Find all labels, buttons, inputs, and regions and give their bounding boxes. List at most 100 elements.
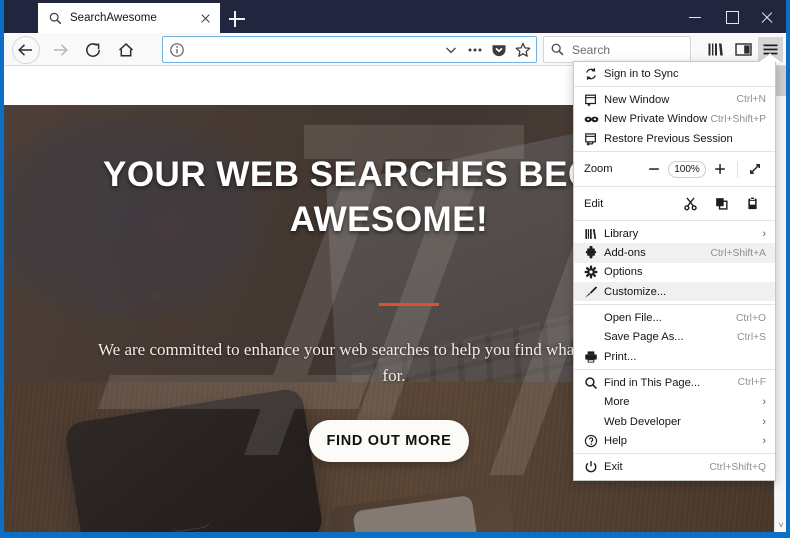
zoom-out-button[interactable] [641, 158, 667, 180]
accent-divider [379, 303, 439, 306]
menu-item-open-file[interactable]: Open File... Ctrl+O [574, 308, 775, 327]
home-button[interactable] [113, 37, 139, 63]
menu-separator [574, 220, 775, 222]
menu-item-label: New Window [604, 93, 670, 106]
chevron-right-icon: › [762, 396, 766, 409]
menu-item-label: New Private Window [604, 113, 708, 126]
sidebar-toggle-icon[interactable] [731, 37, 756, 62]
minimize-button[interactable] [680, 6, 710, 28]
find-out-more-button[interactable]: FIND OUT MORE [309, 420, 469, 462]
new-window-icon [584, 92, 604, 108]
menu-panel-arrow [759, 54, 781, 62]
search-icon [584, 375, 604, 391]
library-icon[interactable] [703, 37, 728, 62]
menu-item-shortcut: Ctrl+N [736, 94, 766, 106]
scrollbar-thumb[interactable] [776, 66, 786, 96]
menu-item-shortcut: Ctrl+Shift+P [710, 113, 766, 125]
menu-item-save-page-as[interactable]: Save Page As... Ctrl+S [574, 328, 775, 347]
close-button[interactable] [752, 6, 782, 28]
menu-separator [574, 86, 775, 88]
menu-item-help[interactable]: Help › [574, 431, 775, 450]
cut-scissors-icon[interactable] [675, 193, 706, 215]
zoom-label: Zoom [584, 163, 613, 176]
tab-close-icon[interactable] [197, 10, 214, 27]
private-window-icon [584, 111, 604, 127]
gear-icon [584, 264, 604, 280]
zoom-controls-row: Zoom 100% [574, 155, 775, 183]
menu-item-restore-previous-session[interactable]: Restore Previous Session [574, 129, 775, 148]
menu-item-label: Open File... [604, 312, 662, 325]
menu-item-add-ons[interactable]: Add-ons Ctrl+Shift+A [574, 243, 775, 263]
scrollbar-down-arrow[interactable]: ˅ [775, 519, 786, 532]
menu-item-shortcut: Ctrl+Shift+A [710, 247, 766, 259]
search-icon [550, 42, 572, 57]
menu-item-new-window[interactable]: New Window Ctrl+N [574, 90, 775, 109]
zoom-divider [737, 160, 738, 178]
sync-icon [584, 66, 604, 82]
menu-item-shortcut: Ctrl+F [737, 377, 766, 389]
search-bar[interactable]: Search [543, 36, 691, 63]
menu-item-library[interactable]: Library › [574, 224, 775, 243]
menu-item-shortcut: Ctrl+O [735, 312, 766, 324]
menu-item-label: Exit [604, 461, 623, 474]
menu-item-label: Library [604, 227, 639, 240]
menu-item-label: Find in This Page... [604, 376, 701, 389]
back-button-ring [12, 36, 40, 64]
page-actions-ellipsis-icon[interactable] [464, 39, 486, 61]
search-placeholder: Search [572, 42, 611, 57]
menu-item-options[interactable]: Options [574, 263, 775, 282]
edit-controls-row: Edit [574, 190, 775, 217]
menu-item-label: Options [604, 266, 643, 279]
library-icon [584, 226, 604, 242]
menu-item-label: Web Developer [604, 415, 681, 428]
browser-chrome: SearchAwesome Search YOUR WEB SEARCHES B… [4, 0, 786, 532]
menu-item-label: More [604, 396, 630, 409]
address-bar[interactable] [162, 36, 537, 63]
bookmark-star-icon[interactable] [512, 39, 534, 61]
menu-item-exit[interactable]: Exit Ctrl+Shift+Q [574, 457, 775, 476]
addons-puzzle-icon [584, 245, 604, 261]
copy-icon[interactable] [706, 193, 737, 215]
paste-icon[interactable] [737, 193, 768, 215]
menu-separator [574, 151, 775, 153]
menu-item-find-in-this-page[interactable]: Find in This Page... Ctrl+F [574, 373, 775, 392]
menu-item-label: Print... [604, 350, 637, 363]
back-button[interactable] [12, 36, 40, 64]
menu-item-customize[interactable]: Customize... [574, 282, 775, 302]
menu-item-sign-in-to-sync[interactable]: Sign in to Sync [574, 64, 775, 83]
site-identity-info-icon[interactable] [169, 42, 195, 58]
printer-icon [584, 349, 604, 365]
power-icon [584, 459, 604, 475]
reload-button[interactable] [80, 37, 106, 63]
no-icon-spacer [584, 329, 604, 345]
forward-button[interactable] [47, 37, 73, 63]
chevron-right-icon: › [762, 434, 766, 447]
edit-label: Edit [584, 197, 604, 210]
fullscreen-icon[interactable] [742, 158, 768, 180]
new-tab-button[interactable] [226, 8, 248, 30]
chevron-down-icon[interactable] [440, 39, 462, 61]
menu-item-shortcut: Ctrl+Shift+Q [709, 461, 766, 473]
zoom-in-button[interactable] [707, 158, 733, 180]
menu-item-web-developer[interactable]: Web Developer › [574, 412, 775, 431]
chevron-right-icon: › [762, 415, 766, 428]
menu-item-label: Sign in to Sync [604, 67, 679, 80]
menu-item-shortcut: Ctrl+S [737, 331, 766, 343]
menu-item-new-private-window[interactable]: New Private Window Ctrl+Shift+P [574, 110, 775, 129]
zoom-level-value[interactable]: 100% [668, 160, 706, 178]
menu-separator [574, 453, 775, 455]
maximize-button[interactable] [716, 6, 746, 28]
paintbrush-icon [584, 284, 604, 300]
url-input[interactable] [195, 37, 440, 62]
menu-item-print[interactable]: Print... [574, 347, 775, 366]
menu-item-more[interactable]: More › [574, 393, 775, 412]
no-icon-spacer [584, 394, 604, 410]
browser-window: SearchAwesome Search YOUR WEB SEARCHES B… [0, 0, 790, 538]
tab-title: SearchAwesome [70, 12, 157, 24]
menu-separator [574, 304, 775, 306]
tab-bar: SearchAwesome [4, 0, 786, 33]
menu-separator [574, 369, 775, 371]
pocket-save-icon[interactable] [488, 39, 510, 61]
browser-tab[interactable]: SearchAwesome [38, 3, 220, 33]
menu-item-label: Restore Previous Session [604, 132, 733, 145]
